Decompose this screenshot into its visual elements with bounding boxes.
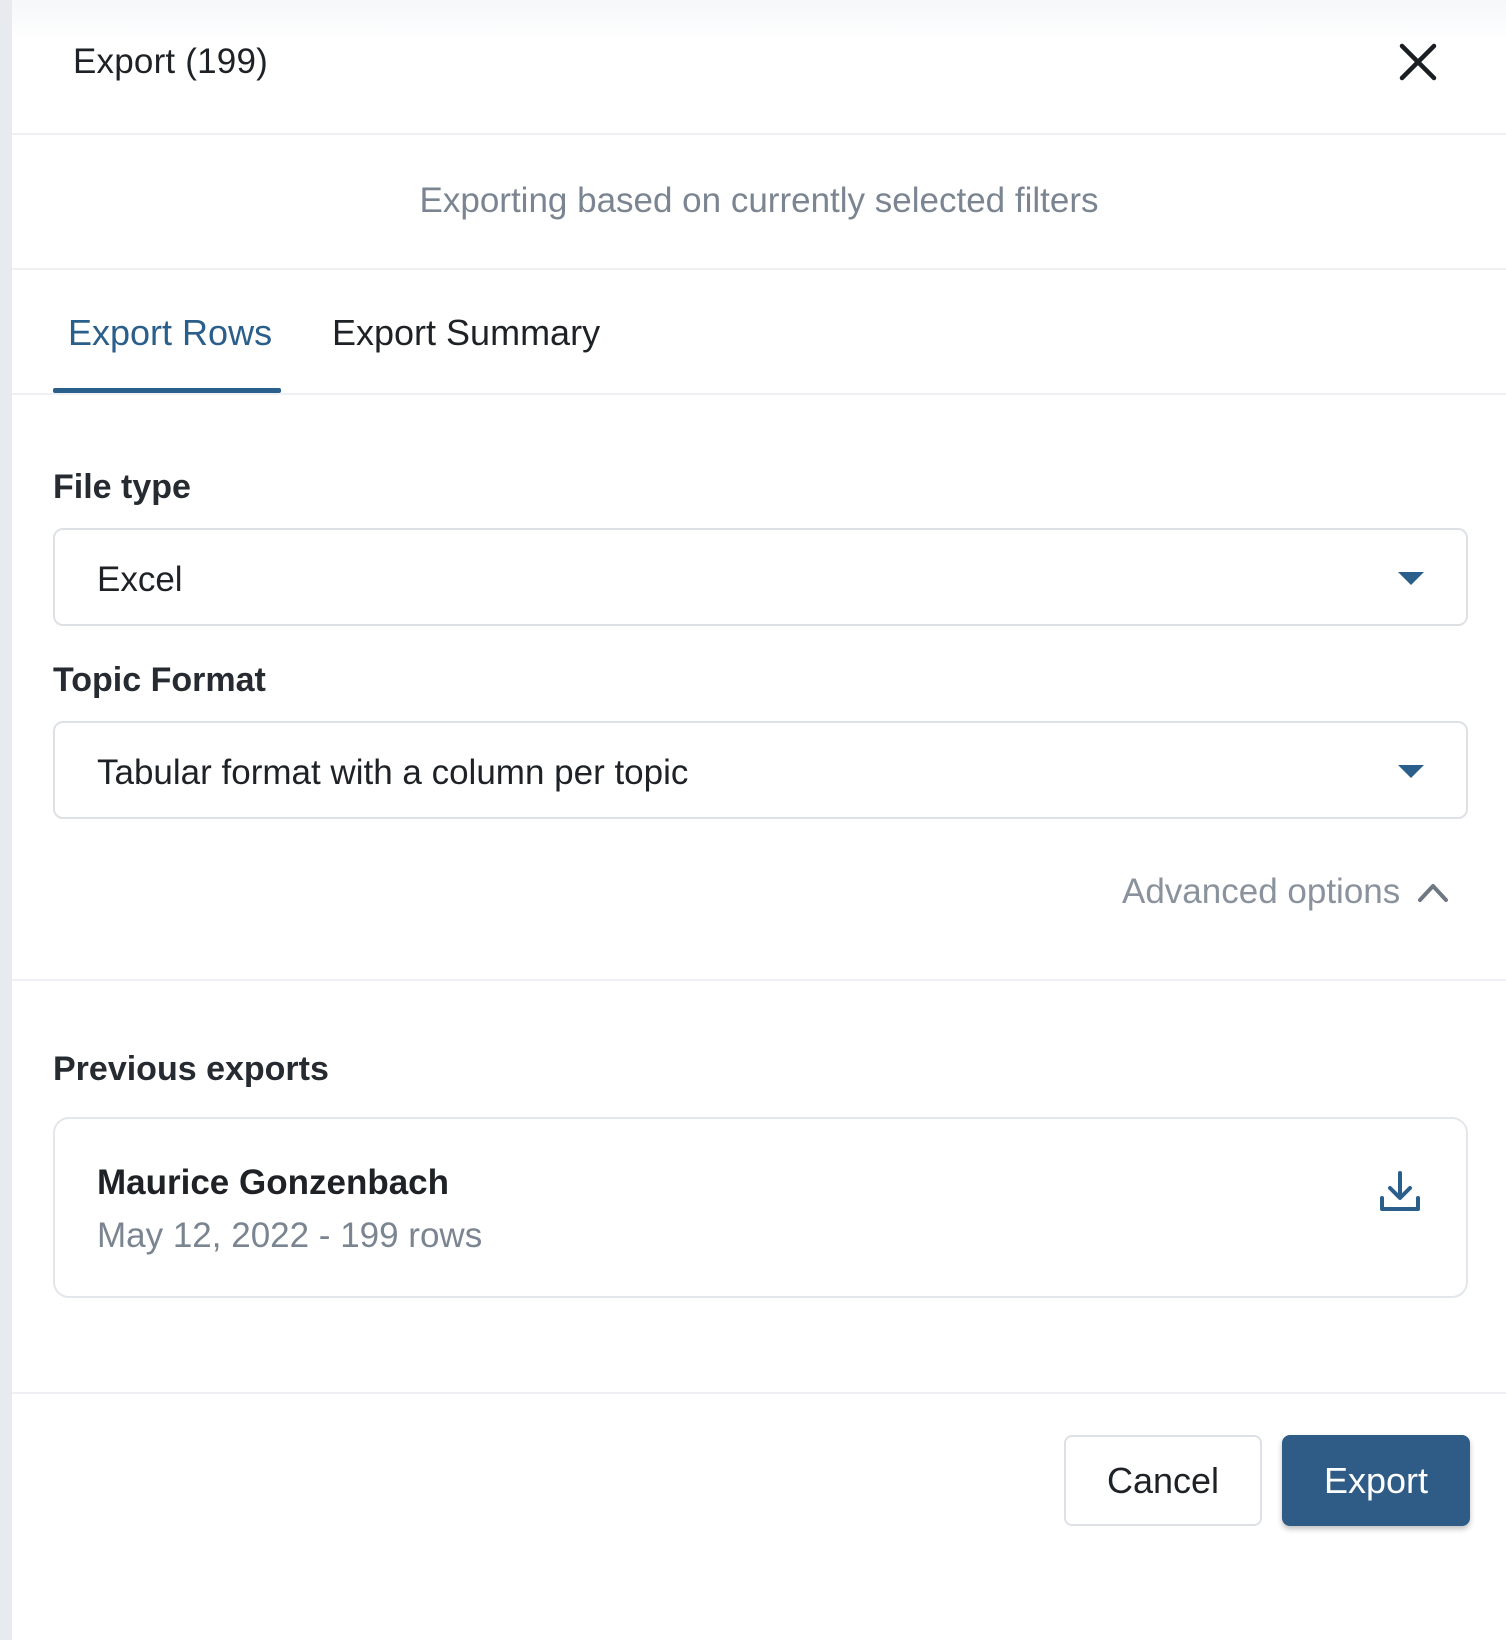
caret-down-icon [1398, 765, 1424, 778]
footer-divider [12, 1392, 1506, 1394]
file-type-value: Excel [97, 560, 183, 599]
previous-export-item: Maurice Gonzenbach May 12, 2022 - 199 ro… [53, 1117, 1468, 1298]
dialog-title: Export (199) [73, 42, 268, 81]
export-dialog: Export (199) Exporting based on currentl… [12, 0, 1506, 1640]
file-type-select[interactable]: Excel [53, 528, 1468, 626]
topic-format-select[interactable]: Tabular format with a column per topic [53, 721, 1468, 819]
filter-note-text: Exporting based on currently selected fi… [419, 180, 1099, 220]
close-icon[interactable] [1395, 39, 1441, 85]
section-divider [12, 979, 1506, 981]
export-meta: May 12, 2022 - 199 rows [97, 1216, 483, 1255]
previous-exports-title: Previous exports [53, 1050, 329, 1088]
active-tab-indicator [53, 388, 281, 393]
topic-format-value: Tabular format with a column per topic [97, 753, 689, 792]
export-tabs: Export Rows Export Summary [12, 270, 1506, 395]
caret-down-icon [1398, 572, 1424, 585]
download-icon[interactable] [1377, 1169, 1423, 1215]
file-type-label: File type [53, 468, 191, 506]
topic-format-label: Topic Format [53, 661, 266, 699]
tab-export-summary[interactable]: Export Summary [332, 312, 600, 354]
cancel-button[interactable]: Cancel [1064, 1435, 1262, 1526]
dialog-header: Export (199) [12, 0, 1506, 135]
export-author: Maurice Gonzenbach [97, 1163, 450, 1202]
filter-note: Exporting based on currently selected fi… [12, 133, 1506, 270]
tab-export-rows[interactable]: Export Rows [68, 312, 272, 354]
advanced-options-toggle[interactable]: Advanced options [1122, 870, 1450, 914]
export-button[interactable]: Export [1282, 1435, 1470, 1526]
chevron-up-icon [1418, 884, 1449, 902]
advanced-options-label: Advanced options [1122, 872, 1401, 911]
